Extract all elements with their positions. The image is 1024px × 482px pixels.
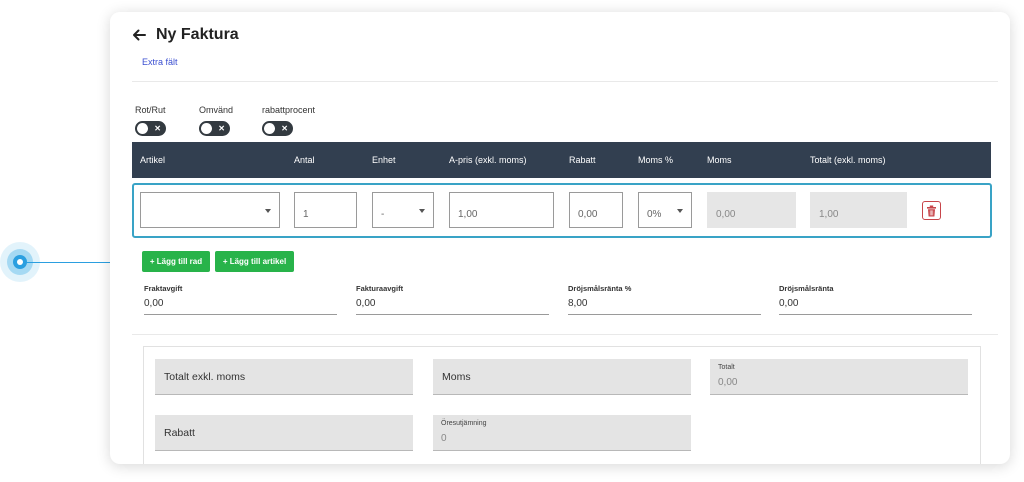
antal-input[interactable]: 1 xyxy=(294,192,357,228)
toggle-label-rabattprocent: rabattprocent xyxy=(262,105,316,115)
invoice-card: Ny Faktura Extra fält Rot/Rut Omvänd rab… xyxy=(110,12,1010,464)
toggle-label-rot-rut: Rot/Rut xyxy=(135,105,166,115)
page-title: Ny Faktura xyxy=(156,26,239,43)
chevron-down-icon xyxy=(265,209,271,213)
summary-totalt: Totalt 0,00 xyxy=(710,359,968,395)
summary-label: Öresutjämning xyxy=(441,420,487,427)
column-header-moms-pct: Moms % xyxy=(638,155,674,165)
column-header-antal: Antal xyxy=(294,155,315,165)
drojsmalsranta-label: Dröjsmålsränta xyxy=(779,284,834,293)
add-article-button[interactable]: + Lägg till artikel xyxy=(215,251,294,272)
fakturaavgift-input[interactable]: 0,00 xyxy=(356,296,549,315)
rot-rut-toggle[interactable]: ✕ xyxy=(135,121,166,136)
enhet-select[interactable]: - xyxy=(372,192,434,228)
summary-oresutjamning: Öresutjämning 0 xyxy=(433,415,691,451)
moms-output: 0,00 xyxy=(707,192,796,228)
a-pris-input[interactable]: 1,00 xyxy=(449,192,554,228)
divider xyxy=(132,81,998,82)
summary-rabatt: Rabatt xyxy=(155,415,413,451)
summary-totalt-exkl-moms: Totalt exkl. moms xyxy=(155,359,413,395)
summary-label: Totalt xyxy=(718,364,735,371)
column-header-moms: Moms xyxy=(707,155,732,165)
totalt-output: 1,00 xyxy=(810,192,907,228)
column-header-totalt: Totalt (exkl. moms) xyxy=(810,155,886,165)
extra-fields-link[interactable]: Extra fält xyxy=(142,57,178,67)
drojsmalsranta-input[interactable]: 0,00 xyxy=(779,296,972,315)
moms-pct-select[interactable]: 0% xyxy=(638,192,692,228)
invoice-row: 1 - 1,00 0,00 0% 0,00 1,00 xyxy=(132,183,992,238)
summary-label: Moms xyxy=(442,371,471,383)
fraktavgift-input[interactable]: 0,00 xyxy=(144,296,337,315)
chevron-down-icon xyxy=(419,209,425,213)
trash-icon[interactable] xyxy=(922,201,941,220)
toggle-label-omvand: Omvänd xyxy=(199,105,234,115)
rabattprocent-toggle[interactable]: ✕ xyxy=(262,121,293,136)
fakturaavgift-label: Fakturaavgift xyxy=(356,284,404,293)
summary-value: 0,00 xyxy=(718,377,738,388)
table-header: Artikel Antal Enhet A-pris (exkl. moms) … xyxy=(132,142,991,178)
summary-label: Rabatt xyxy=(164,427,195,439)
column-header-a-pris: A-pris (exkl. moms) xyxy=(449,155,527,165)
add-row-button[interactable]: + Lägg till rad xyxy=(142,251,210,272)
fraktavgift-label: Fraktavgift xyxy=(144,284,183,293)
chevron-down-icon xyxy=(677,209,683,213)
summary-value: 0 xyxy=(441,433,447,444)
drojsmalsranta-pct-label: Dröjsmålsränta % xyxy=(568,284,632,293)
column-header-artikel: Artikel xyxy=(140,155,166,165)
summary-panel: Totalt exkl. moms Moms Totalt 0,00 Rabat… xyxy=(143,346,981,464)
page-header: Ny Faktura xyxy=(110,12,1010,58)
column-header-enhet: Enhet xyxy=(372,155,396,165)
summary-moms: Moms xyxy=(433,359,691,395)
drojsmalsranta-pct-input[interactable]: 8,00 xyxy=(568,296,761,315)
divider xyxy=(132,334,998,335)
enhet-value: - xyxy=(381,209,385,220)
arrow-left-icon[interactable] xyxy=(130,26,148,44)
artikel-select[interactable] xyxy=(140,192,280,228)
column-header-rabatt: Rabatt xyxy=(569,155,596,165)
omvand-toggle[interactable]: ✕ xyxy=(199,121,230,136)
rabatt-input[interactable]: 0,00 xyxy=(569,192,623,228)
moms-pct-value: 0% xyxy=(647,209,662,220)
summary-label: Totalt exkl. moms xyxy=(164,371,246,383)
